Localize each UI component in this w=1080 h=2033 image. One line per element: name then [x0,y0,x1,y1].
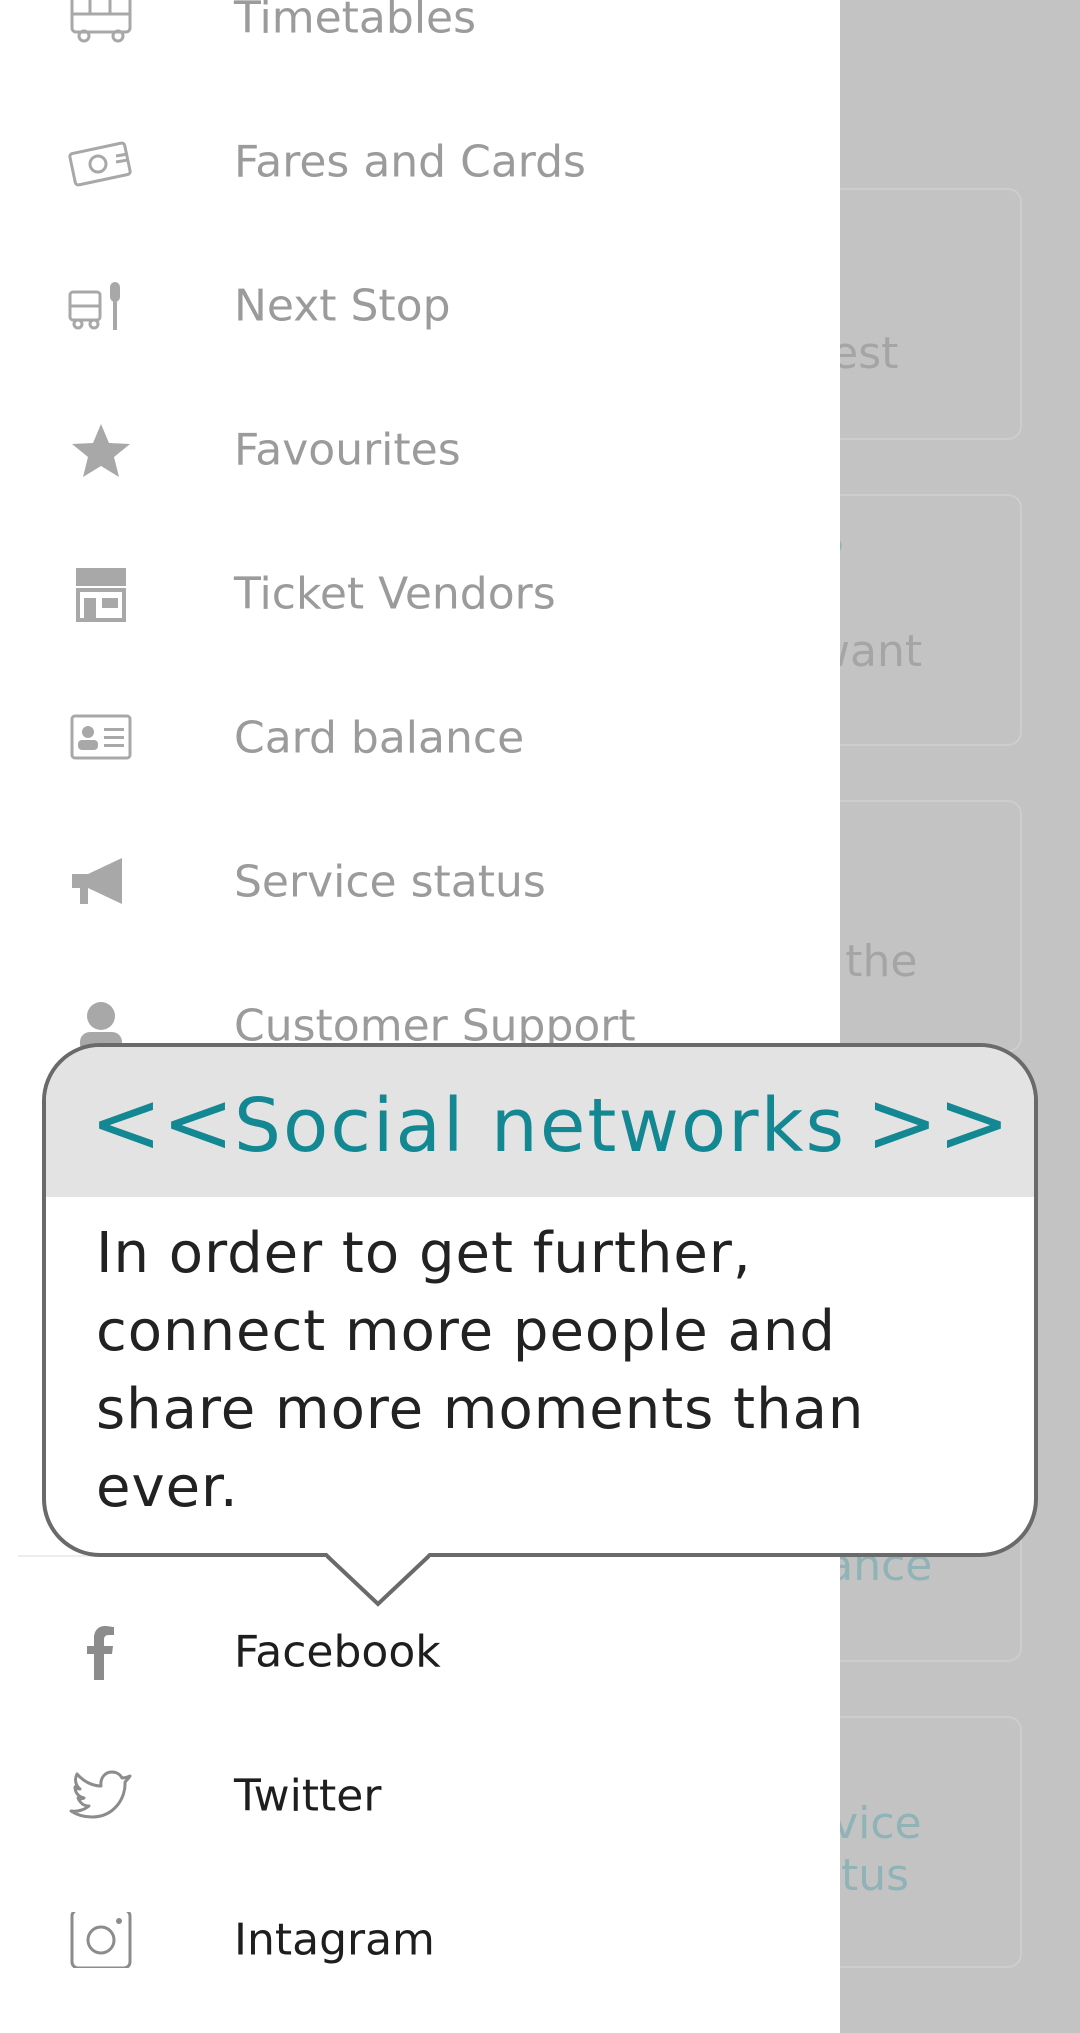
store-icon [76,568,126,622]
menu-item-instagram[interactable]: Intagram [0,1868,840,2012]
star-icon [72,424,130,477]
menu-item-label: Next Stop [234,280,451,332]
tooltip-body: In order to get further, connect more pe… [96,1221,865,1520]
menu-item-timetables[interactable]: Timetables [0,0,840,90]
menu-item-label: Facebook [234,1626,441,1678]
tooltip-pointer [326,1552,430,1607]
bg-card: t the [812,800,1022,1052]
menu-item-service-status[interactable]: Service status [0,810,840,954]
megaphone-icon [72,858,122,904]
menu-item-label: Service status [234,856,546,908]
bg-card-text: rest [814,328,899,379]
menu-item-card-balance[interactable]: Card balance [0,666,840,810]
bg-card-text: ? [814,530,1020,590]
menu-item-label: Timetables [234,0,477,44]
tooltip-header: << Social networks >> [46,1047,1034,1197]
bg-card: ? want [812,494,1022,746]
bg-card-text: rvice atus [814,1798,922,1901]
menu-item-twitter[interactable]: Twitter [0,1724,840,1868]
facebook-icon [87,1626,114,1680]
onboarding-tooltip: << Social networks >> In order to get fu… [42,1043,1038,1557]
bg-card: rest [812,188,1022,440]
menu-item-fares[interactable]: Fares and Cards [0,90,840,234]
bg-card: rvice atus [812,1716,1022,1968]
menu-item-label: Ticket Vendors [234,568,556,620]
money-icon [68,141,132,187]
id-card-icon [70,714,132,760]
menu-item-label: Favourites [234,424,461,476]
bg-card-text: t the [814,936,918,987]
bus-icon [70,0,132,43]
menu-item-ticket-vendors[interactable]: Ticket Vendors [0,522,840,666]
bg-card-text: want [814,626,923,677]
bus-stop-icon [68,282,120,330]
next-tip-button[interactable]: >> [866,1073,1010,1173]
menu-item-label: Card balance [234,712,525,764]
menu-item-label: Fares and Cards [234,136,586,188]
menu-item-favourites[interactable]: Favourites [0,378,840,522]
navigation-drawer: Timetables Fares and Cards Next Stop Fav… [0,0,840,2033]
menu-item-next-stop[interactable]: Next Stop [0,234,840,378]
instagram-icon [70,1912,132,1968]
menu-item-label: Twitter [234,1770,382,1822]
menu-item-label: Intagram [234,1914,435,1966]
twitter-icon [69,1770,132,1819]
